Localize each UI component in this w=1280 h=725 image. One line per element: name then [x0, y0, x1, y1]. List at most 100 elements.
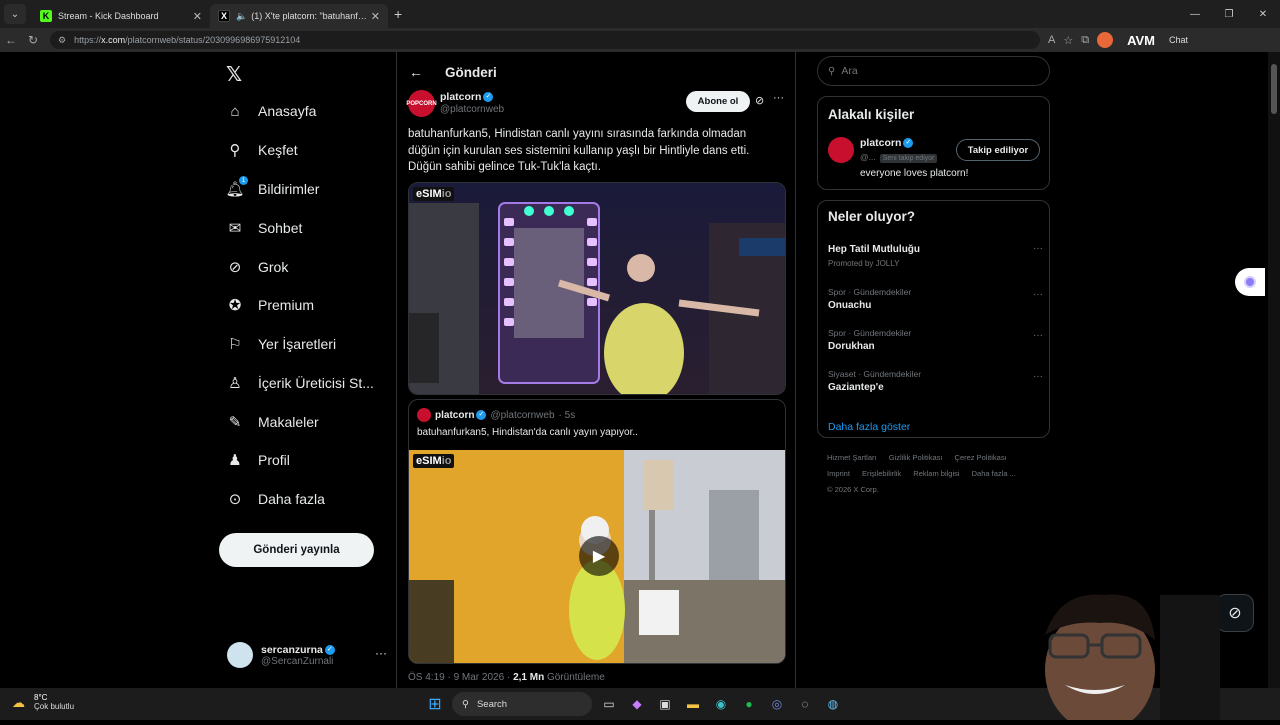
trend-item[interactable]: Spor · Gündemdekiler Onuachu ···: [828, 287, 1043, 311]
spotify-icon[interactable]: ●: [738, 693, 760, 715]
url-field[interactable]: ⚙ https://x.com/platcornweb/status/20309…: [50, 31, 1040, 49]
taskbar-search-label: Search: [476, 698, 508, 710]
kick-icon: K: [40, 10, 52, 22]
minimize-icon[interactable]: —: [1178, 9, 1212, 20]
grok-analyze-icon[interactable]: ⊘: [755, 94, 764, 107]
weather-widget[interactable]: ☁ 8°C Çok bulutlu: [12, 693, 74, 711]
close-tab-icon[interactable]: ✕: [193, 10, 202, 23]
promoted-label: Promoted by JOLLY: [828, 259, 900, 268]
url-domain: x.com: [101, 35, 126, 45]
maximize-icon[interactable]: ❐: [1212, 9, 1246, 20]
nav-item-explore[interactable]: ⚲ Keşfet: [226, 135, 298, 165]
tab-kick-dashboard[interactable]: K Stream - Kick Dashboard ✕: [32, 4, 210, 28]
favorite-star-icon[interactable]: ☆: [1063, 34, 1073, 47]
x-logo-icon[interactable]: 𝕏: [226, 62, 242, 87]
nav-item-bookmarks[interactable]: ⚐ Yer İşaretleri: [226, 329, 336, 359]
tab-menu-button[interactable]: ⌄: [4, 4, 26, 24]
task-view-icon[interactable]: ▭: [598, 693, 620, 715]
nav-item-articles[interactable]: ✎ Makaleler: [226, 407, 319, 437]
following-button[interactable]: Takip ediliyor: [956, 139, 1040, 161]
avatar[interactable]: POPCORN: [406, 90, 437, 117]
nav-item-chat[interactable]: ✉ Sohbet: [226, 213, 303, 243]
nav-item-creator-studio[interactable]: ♙ İçerik Üreticisi St...: [226, 368, 374, 398]
search-input[interactable]: ⚲ Ara: [817, 56, 1050, 86]
verified-icon: ✓: [476, 410, 487, 420]
steam-icon[interactable]: ◍: [822, 693, 844, 715]
nav-item-grok[interactable]: ⊘ Grok: [226, 252, 289, 282]
obs-icon[interactable]: ◌: [794, 693, 816, 715]
copilot-icon[interactable]: ◆: [626, 693, 648, 715]
footer-link[interactable]: Gizlilik Politikası: [889, 453, 943, 462]
avatar[interactable]: [828, 137, 854, 163]
post-button[interactable]: Gönderi yayınla: [219, 533, 374, 567]
nav-item-notifications[interactable]: 🔔︎ 1 Bildirimler: [225, 174, 319, 204]
trend-item[interactable]: Hep Tatil Mutluluğu Promoted by JOLLY ··…: [828, 241, 1043, 268]
windows-start-icon[interactable]: ⊞: [424, 693, 446, 715]
watermark-logo: eSIMio: [413, 187, 455, 201]
tab-x-post[interactable]: X 🔈 (1) X'te platcorn: "batuhanfurkan5 ✕: [210, 4, 388, 28]
back-arrow-icon[interactable]: ←: [409, 64, 429, 80]
quoted-video[interactable]: eSIMio ▶: [409, 450, 785, 663]
author-name-row[interactable]: platcorn ✓: [440, 91, 494, 103]
author-handle[interactable]: @platcornweb: [440, 104, 504, 115]
nav-item-more[interactable]: ⊙ Daha fazla: [226, 484, 325, 514]
weather-condition: Çok bulutlu: [34, 702, 75, 711]
account-switcher[interactable]: sercanzurna ✓ @SercanZurnali ···: [227, 640, 387, 670]
nav-item-home[interactable]: ⌂ Anasayfa: [226, 96, 316, 126]
nav-item-profile[interactable]: ♟ Profil: [226, 445, 290, 475]
store-icon[interactable]: ▣: [654, 693, 676, 715]
back-icon[interactable]: ←: [0, 33, 22, 47]
subscribe-button[interactable]: Abone ol: [686, 91, 750, 112]
trend-item[interactable]: Siyaset · Gündemdekiler Gaziantep'e ···: [828, 369, 1043, 393]
verified-icon: ✓: [324, 644, 335, 655]
article-icon: ✎: [228, 414, 242, 431]
quoted-author-handle: @platcornweb: [490, 409, 555, 421]
nav-item-premium[interactable]: ✪ Premium: [226, 290, 314, 320]
edge-browser-icon[interactable]: ◉: [710, 693, 732, 715]
read-aloud-icon[interactable]: A: [1048, 34, 1055, 46]
trend-item[interactable]: Spor · Gündemdekiler Dorukhan ···: [828, 328, 1043, 352]
show-more-link[interactable]: Daha fazla göster: [828, 421, 910, 433]
speaker-icon[interactable]: 🔈: [236, 11, 247, 22]
taskbar-search[interactable]: ⚲ Search: [452, 692, 592, 716]
premium-icon: ✪: [228, 297, 242, 314]
quoted-post-text: batuhanfurkan5, Hindistan'da canlı yayın…: [417, 427, 638, 438]
more-options-icon[interactable]: ···: [1033, 330, 1043, 341]
more-options-icon[interactable]: ···: [773, 92, 784, 104]
related-title: Alakalı kişiler: [828, 107, 915, 122]
footer-link[interactable]: Çerez Politikası: [955, 453, 1007, 462]
page-scrollbar[interactable]: [1268, 52, 1280, 688]
site-info-icon[interactable]: ⚙: [58, 35, 66, 46]
post-timestamp[interactable]: ÖS 4:19 · 9 Mar 2026 ·: [408, 672, 510, 683]
avm-logo: AVM: [1127, 32, 1156, 48]
related-name-row[interactable]: platcorn ✓: [860, 137, 914, 149]
post-video-1[interactable]: eSIMio: [408, 182, 786, 395]
scrollbar-thumb[interactable]: [1271, 64, 1277, 114]
new-tab-icon[interactable]: +: [394, 6, 402, 22]
more-options-icon[interactable]: ···: [1033, 371, 1043, 382]
discord-icon[interactable]: ◎: [766, 693, 788, 715]
chat-label[interactable]: Chat: [1169, 35, 1188, 45]
more-options-icon[interactable]: ···: [1033, 289, 1043, 300]
play-icon[interactable]: ▶: [579, 536, 619, 576]
grok-float-button[interactable]: ⊘: [1216, 594, 1254, 632]
more-options-icon[interactable]: ···: [375, 646, 387, 660]
file-explorer-icon[interactable]: ▬: [682, 693, 704, 715]
trends-box: Neler oluyor? Hep Tatil Mutluluğu Promot…: [817, 200, 1050, 438]
sidebar-assistant-button[interactable]: [1235, 268, 1265, 296]
extensions-icon[interactable]: ⧉: [1081, 34, 1089, 47]
reload-icon[interactable]: ↻: [22, 33, 44, 47]
cloudy-weather-icon: ☁: [12, 695, 25, 710]
footer-link[interactable]: Erişilebilirlik: [862, 469, 901, 478]
creator-icon: ♙: [228, 375, 242, 392]
quoted-post[interactable]: platcorn ✓ @platcornweb · 5s batuhanfurk…: [408, 399, 786, 664]
more-options-icon[interactable]: ···: [1033, 243, 1043, 254]
footer-link[interactable]: Daha fazla ...: [972, 469, 1016, 478]
search-icon: ⚲: [229, 142, 241, 159]
profile-mascot-icon[interactable]: [1097, 32, 1114, 48]
footer-link[interactable]: Hizmet Şartları: [827, 453, 877, 462]
footer-link[interactable]: Imprint: [827, 469, 850, 478]
close-tab-icon[interactable]: ✕: [371, 10, 380, 23]
footer-link[interactable]: Reklam bilgisi: [913, 469, 959, 478]
close-window-icon[interactable]: ✕: [1246, 9, 1280, 20]
